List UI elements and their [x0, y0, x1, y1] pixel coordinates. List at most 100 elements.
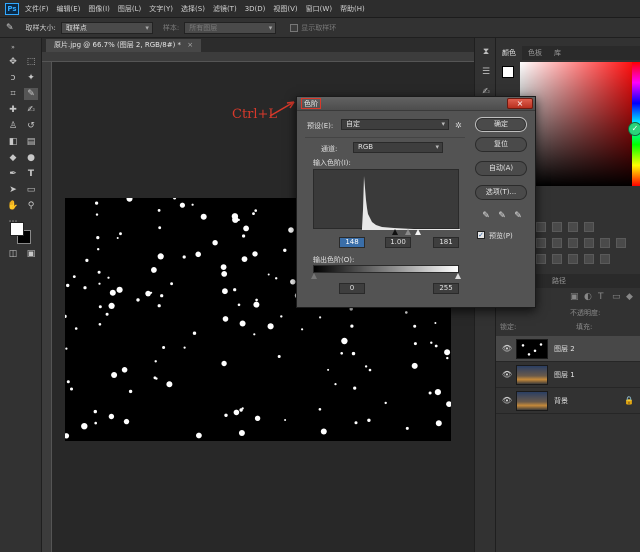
healing-tool-icon[interactable]: ✚ [6, 104, 20, 116]
menu-3d[interactable]: 3D(D) [245, 5, 266, 13]
collapse-toolbar-icon[interactable]: » [6, 42, 20, 54]
eraser-tool-icon[interactable]: ◧ [6, 136, 20, 148]
type-tool-icon[interactable]: T [24, 168, 38, 180]
menu-filter[interactable]: 滤镜(T) [213, 4, 237, 14]
brightness-adjustment-icon[interactable] [536, 222, 546, 232]
menu-window[interactable]: 窗口(W) [306, 4, 332, 14]
threshold-adjustment-icon[interactable] [568, 254, 578, 264]
marquee-tool-icon[interactable]: ⬚ [24, 56, 38, 68]
input-black-slider[interactable] [392, 229, 398, 235]
black-point-eyedropper-icon[interactable]: ✎ [481, 211, 491, 221]
stamp-tool-icon[interactable]: ♙ [6, 120, 20, 132]
ok-button[interactable]: 确定 [475, 117, 527, 132]
history-panel-icon[interactable]: ⧗ [480, 46, 492, 58]
balance-adjustment-icon[interactable] [568, 238, 578, 248]
posterize-adjustment-icon[interactable] [552, 254, 562, 264]
move-tool-icon[interactable]: ✥ [6, 56, 20, 68]
brush-tool-icon[interactable]: ✍ [24, 104, 38, 116]
output-black-field[interactable]: 0 [339, 283, 365, 294]
eye-icon[interactable]: 👁 [500, 344, 514, 353]
close-button[interactable]: × [507, 98, 533, 109]
output-black-slider[interactable] [311, 273, 317, 279]
tab-paths[interactable]: 路径 [546, 274, 572, 288]
star-dot [320, 428, 327, 435]
dialog-titlebar[interactable]: 色阶 × [297, 97, 535, 111]
menu-file[interactable]: 文件(F) [25, 4, 49, 14]
curves-adjustment-icon[interactable] [568, 222, 578, 232]
input-white-field[interactable]: 181 [433, 237, 459, 248]
menu-help[interactable]: 帮助(H) [340, 4, 365, 14]
document-tab[interactable]: 原片.jpg @ 66.7% (图层 2, RGB/8#) * × [46, 39, 202, 52]
eyedropper-tool-icon[interactable]: ✎ [6, 23, 14, 33]
tab-libraries[interactable]: 库 [548, 46, 567, 60]
hand-tool-icon[interactable]: ✋ [6, 200, 20, 212]
preview-checkbox[interactable]: ✓ [477, 231, 485, 239]
close-tab-icon[interactable]: × [187, 41, 193, 49]
gradient-tool-icon[interactable]: ▤ [24, 136, 38, 148]
filter-shape-icon[interactable]: ▭ [612, 292, 621, 302]
input-gamma-slider[interactable] [405, 229, 411, 235]
channel-select[interactable]: RGB ▾ [353, 142, 443, 153]
hue-adjustment-icon[interactable] [552, 238, 562, 248]
gray-point-eyedropper-icon[interactable]: ✎ [497, 211, 507, 221]
filter-kind-icon[interactable]: ▣ [570, 292, 579, 302]
vibrance-adjustment-icon[interactable] [536, 238, 546, 248]
menu-select[interactable]: 选择(S) [181, 4, 205, 14]
selective-adjustment-icon[interactable] [600, 254, 610, 264]
menu-edit[interactable]: 编辑(E) [57, 4, 81, 14]
auto-button[interactable]: 自动(A) [475, 161, 527, 176]
show-ring-option[interactable]: 显示取样环 [290, 23, 336, 33]
input-white-slider[interactable] [415, 229, 421, 235]
menu-view[interactable]: 视图(V) [273, 4, 297, 14]
menu-type[interactable]: 文字(Y) [149, 4, 173, 14]
eye-icon[interactable]: 👁 [500, 370, 514, 379]
rectangle-tool-icon[interactable]: ▭ [24, 184, 38, 196]
properties-panel-icon[interactable]: ☰ [480, 66, 492, 78]
levels-adjustment-icon[interactable] [552, 222, 562, 232]
options-button[interactable]: 选项(T)... [475, 185, 527, 200]
reset-button[interactable]: 复位 [475, 137, 527, 152]
invert-adjustment-icon[interactable] [536, 254, 546, 264]
output-white-slider[interactable] [455, 273, 461, 279]
lasso-tool-icon[interactable]: ↄ [6, 72, 20, 84]
mixer-adjustment-icon[interactable] [616, 238, 626, 248]
map-adjustment-icon[interactable] [584, 254, 594, 264]
exposure-adjustment-icon[interactable] [584, 222, 594, 232]
input-black-field[interactable]: 148 [339, 237, 365, 248]
dodge-tool-icon[interactable]: ● [24, 152, 38, 164]
sample-size-select[interactable]: 取样点 ▾ [60, 21, 153, 34]
gear-icon[interactable]: ✲ [455, 121, 462, 130]
layer-row[interactable]: 👁 图层 2 [496, 336, 640, 362]
filter-adjust-icon[interactable]: ◐ [584, 292, 592, 302]
quick-mask-icon[interactable]: ◫ [6, 248, 20, 260]
eyedropper-tool-icon[interactable]: ✎ [24, 88, 38, 100]
blur-tool-icon[interactable]: ◆ [6, 152, 20, 164]
foreground-color-swatch[interactable] [10, 222, 24, 236]
history-brush-tool-icon[interactable]: ↺ [24, 120, 38, 132]
photo-filter-adjustment-icon[interactable] [600, 238, 610, 248]
color-field[interactable] [520, 62, 640, 186]
quick-select-tool-icon[interactable]: ✦ [24, 72, 38, 84]
layer-row[interactable]: 👁 背景 🔒 [496, 388, 640, 414]
screen-mode-icon[interactable]: ▣ [24, 248, 38, 260]
output-white-field[interactable]: 255 [433, 283, 459, 294]
pen-tool-icon[interactable]: ✒ [6, 168, 20, 180]
eye-icon[interactable]: 👁 [500, 396, 514, 405]
menu-layer[interactable]: 图层(L) [118, 4, 141, 14]
menu-image[interactable]: 图像(I) [88, 4, 110, 14]
crop-tool-icon[interactable]: ⌗ [6, 88, 20, 100]
filter-smart-icon[interactable]: ◆ [626, 292, 633, 302]
white-point-eyedropper-icon[interactable]: ✎ [513, 211, 523, 221]
show-ring-checkbox[interactable] [290, 23, 299, 32]
input-gamma-field[interactable]: 1.00 [385, 237, 411, 248]
preset-select[interactable]: 自定 ▾ [341, 119, 449, 130]
tab-swatches[interactable]: 色板 [522, 46, 548, 60]
panel-foreground-swatch[interactable] [502, 66, 514, 78]
filter-type-icon[interactable]: T [598, 292, 604, 302]
zoom-tool-icon[interactable]: ⚲ [24, 200, 38, 212]
bw-adjustment-icon[interactable] [584, 238, 594, 248]
tab-color[interactable]: 颜色 [496, 46, 522, 60]
layer-row[interactable]: 👁 图层 1 [496, 362, 640, 388]
path-select-tool-icon[interactable]: ➤ [6, 184, 20, 196]
sample-select[interactable]: 所有图层 ▾ [184, 21, 277, 34]
